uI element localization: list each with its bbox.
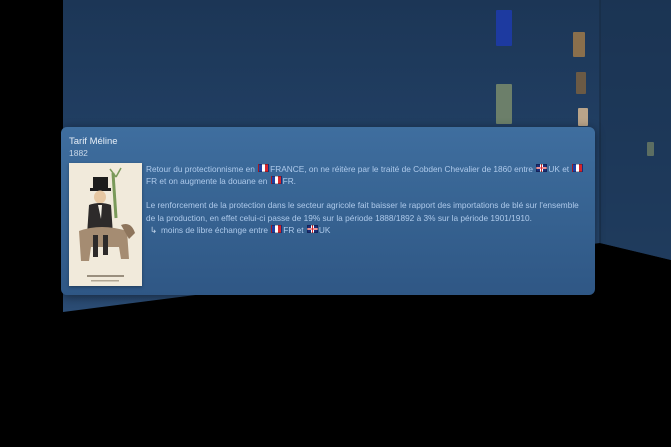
picture-thumbnail bbox=[647, 142, 654, 156]
flag-france-icon bbox=[271, 224, 283, 233]
text-segment: FRANCE, on ne réitère par le traité de C… bbox=[270, 164, 536, 174]
paragraph-intro: Retour du protectionnisme en FRANCE, on … bbox=[146, 163, 586, 187]
text-segment: UK et bbox=[548, 164, 572, 174]
paragraph-conclusion: ↳ moins de libre échange entre FR et UK bbox=[146, 224, 586, 236]
picture-thumbnail bbox=[496, 84, 512, 124]
portrait-thumbnail bbox=[573, 32, 585, 57]
flag-uk-icon bbox=[306, 224, 318, 233]
text-segment: FR et bbox=[283, 224, 306, 235]
text-segment: UK bbox=[318, 224, 331, 235]
text-segment: FR et on augmente la douane en bbox=[146, 176, 270, 187]
caricature-image[interactable] bbox=[69, 163, 142, 286]
event-detail-card[interactable]: Tarif Méline 1882 Retour du protectionni… bbox=[61, 127, 595, 295]
event-year: 1882 bbox=[69, 148, 88, 158]
picture-thumbnail bbox=[578, 108, 588, 126]
flag-france-icon bbox=[270, 176, 282, 185]
text-segment: moins de libre échange entre bbox=[160, 224, 271, 235]
flag-france-icon bbox=[572, 164, 584, 172]
text-segment: FR. bbox=[282, 176, 296, 187]
event-title: Tarif Méline bbox=[69, 136, 118, 147]
return-arrow-icon: ↳ bbox=[150, 224, 157, 235]
portrait-thumbnail bbox=[576, 72, 586, 94]
text-segment: Retour du protectionnisme en bbox=[146, 164, 258, 174]
event-description: Retour du protectionnisme en FRANCE, on … bbox=[146, 163, 586, 236]
flag-uk-icon bbox=[536, 164, 548, 172]
eu-flag-thumbnail bbox=[496, 10, 512, 46]
flag-france-icon bbox=[258, 164, 270, 172]
paragraph-detail: Le renforcement de la protection dans le… bbox=[146, 200, 579, 223]
